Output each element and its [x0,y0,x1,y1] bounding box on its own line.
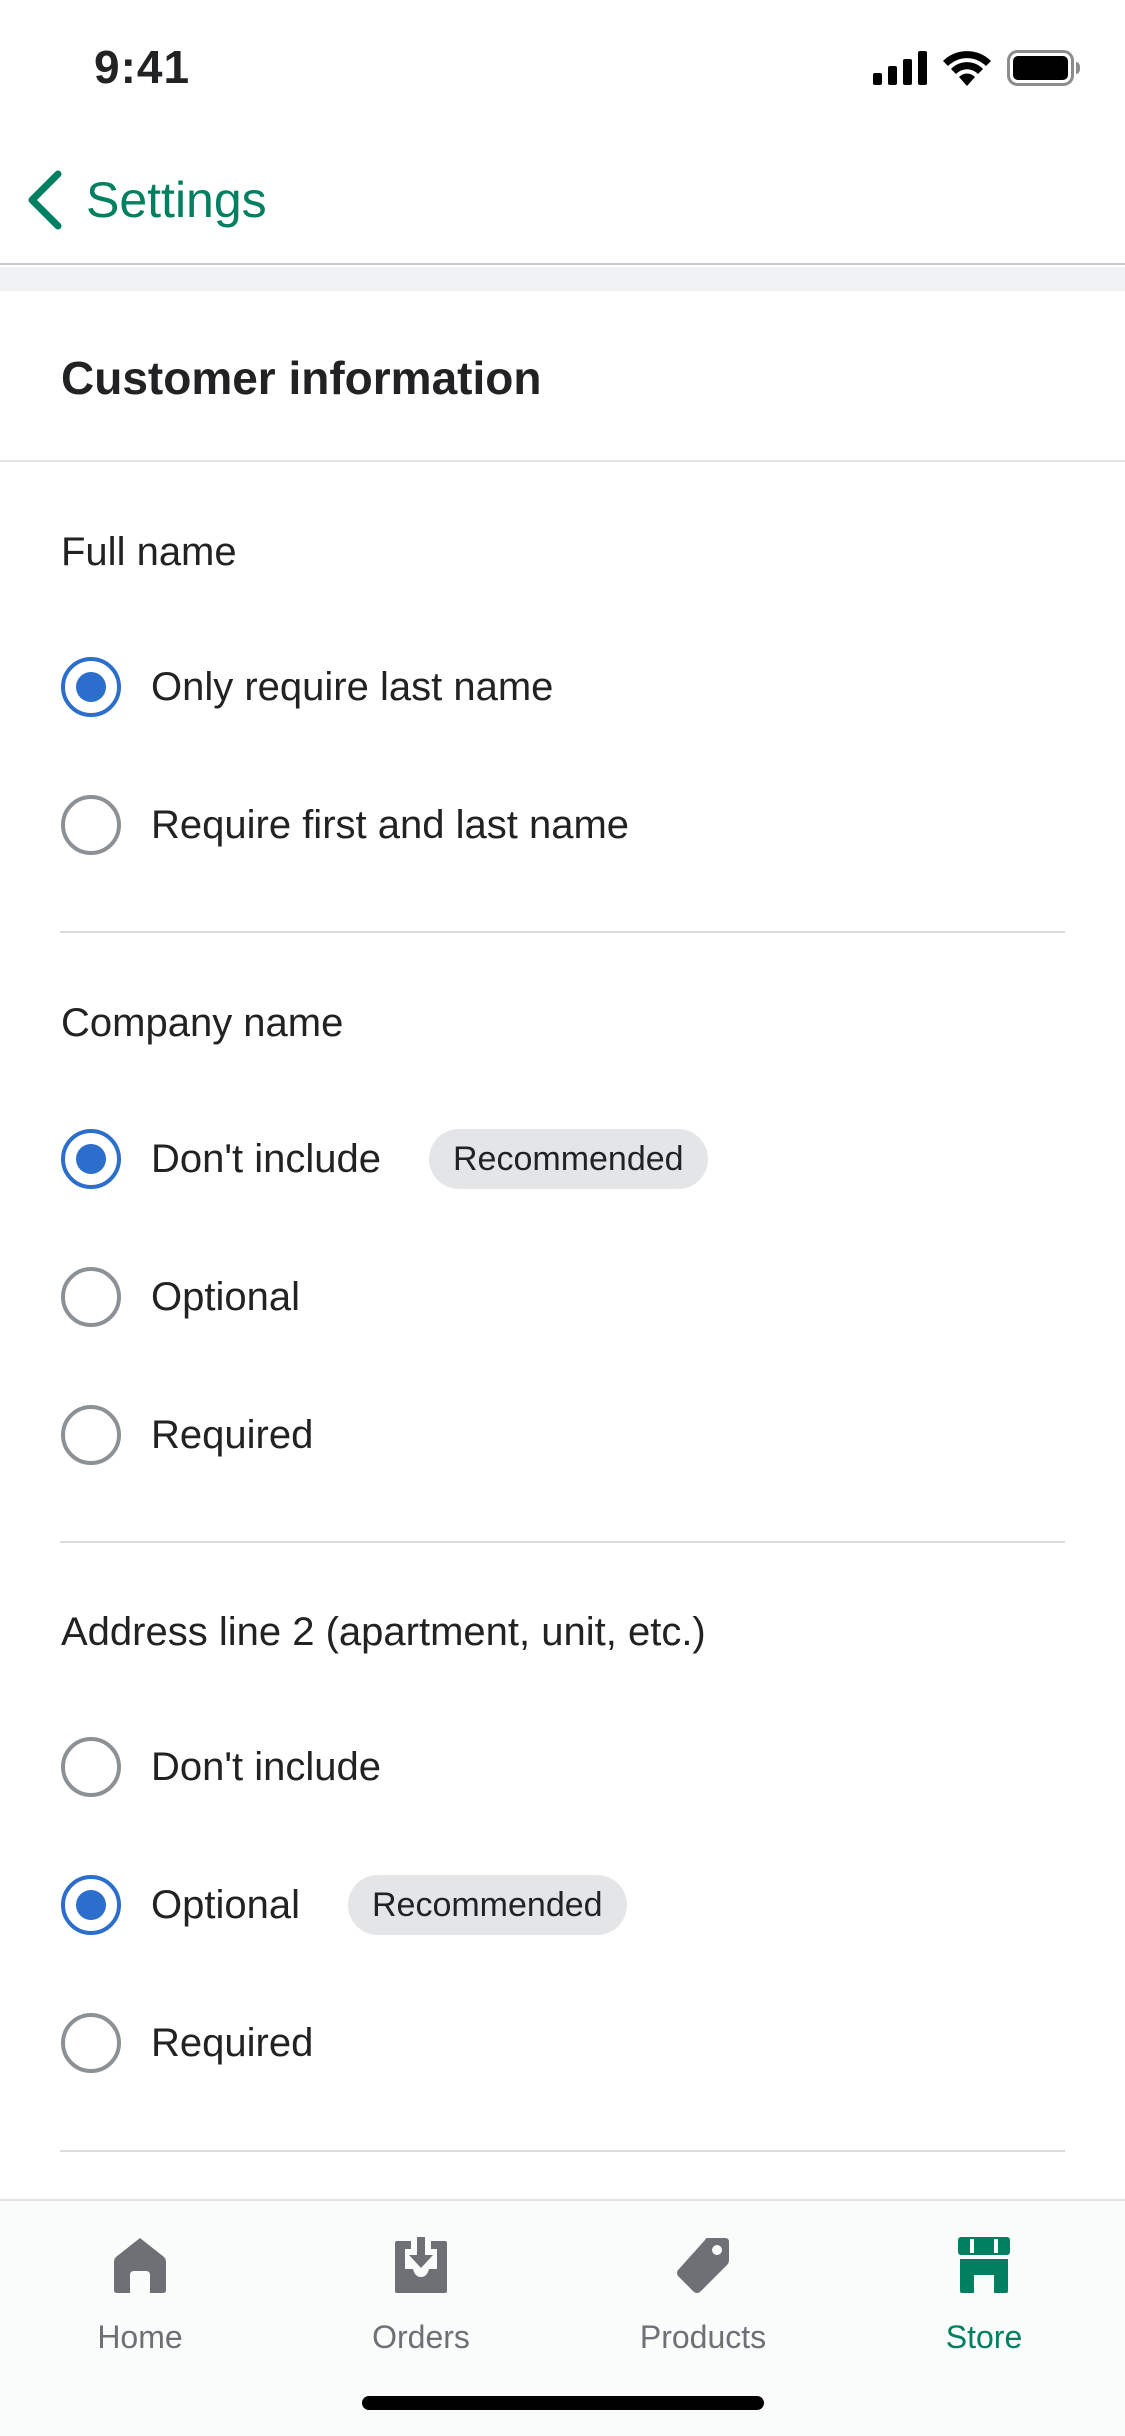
option-label: Don't include [151,1744,381,1789]
battery-icon [1007,50,1080,86]
back-label: Settings [86,172,267,228]
full-name-label: Full name [61,530,237,574]
tab-orders[interactable]: Orders [321,2235,521,2365]
divider [60,1541,1065,1543]
option-label: Required [151,2020,314,2065]
radio-unselected-icon[interactable] [61,1405,121,1465]
radio-option-address-required[interactable]: Required [61,2011,313,2075]
radio-option-address-dont-include[interactable]: Don't include [61,1735,381,1799]
option-label: Don't include [151,1136,381,1181]
home-icon [114,2238,166,2293]
tab-products[interactable]: Products [603,2235,803,2365]
radio-option-only-require-last-name[interactable]: Only require last name [61,655,553,719]
option-label: Only require last name [151,664,554,709]
wifi-icon [943,51,991,86]
divider [60,931,1065,933]
page-title: Customer information [61,352,542,404]
address-line-2-label: Address line 2 (apartment, unit, etc.) [61,1610,706,1654]
radio-selected-icon[interactable] [61,1875,121,1935]
tab-label: Products [639,2319,767,2355]
navigation-bar: Settings [0,135,1125,265]
radio-selected-icon[interactable] [61,657,121,717]
radio-unselected-icon[interactable] [61,795,121,855]
status-bar: 9:41 [0,0,1125,135]
radio-option-company-optional[interactable]: Optional [61,1265,300,1329]
tab-label: Home [97,2319,183,2355]
store-icon [958,2237,1010,2293]
recommended-badge: Recommended [347,1875,627,1935]
cellular-signal-icon [873,51,927,85]
radio-option-company-required[interactable]: Required [61,1403,313,1467]
tab-label: Orders [372,2319,470,2355]
option-label: Optional [151,1274,300,1319]
company-name-label: Company name [61,1001,344,1045]
radio-unselected-icon[interactable] [61,1267,121,1327]
recommended-badge: Recommended [429,1129,708,1189]
chevron-left-icon [28,170,62,230]
tab-store[interactable]: Store [884,2235,1084,2365]
option-label: Optional [151,1882,300,1927]
customer-information-screen: 9:41 Settings Customer information Full … [0,0,1125,2436]
orders-inbox-icon [395,2237,447,2293]
radio-unselected-icon[interactable] [61,2013,121,2073]
tab-home[interactable]: Home [40,2235,240,2365]
status-time: 9:41 [94,41,191,93]
radio-selected-icon[interactable] [61,1129,121,1189]
status-icons [873,50,1081,86]
section-spacer [0,267,1125,291]
radio-option-address-optional[interactable]: Optional Recommended [61,1873,627,1937]
section-header: Customer information [0,291,1125,462]
radio-unselected-icon[interactable] [61,1737,121,1797]
tab-label: Store [945,2319,1023,2355]
radio-option-require-first-and-last-name[interactable]: Require first and last name [61,793,629,857]
home-indicator [362,2396,764,2410]
divider [60,2150,1065,2152]
radio-option-company-dont-include[interactable]: Don't include Recommended [61,1127,708,1191]
tag-icon [677,2238,729,2293]
back-button[interactable]: Settings [24,167,267,233]
option-label: Required [151,1412,314,1457]
option-label: Require first and last name [151,802,630,847]
